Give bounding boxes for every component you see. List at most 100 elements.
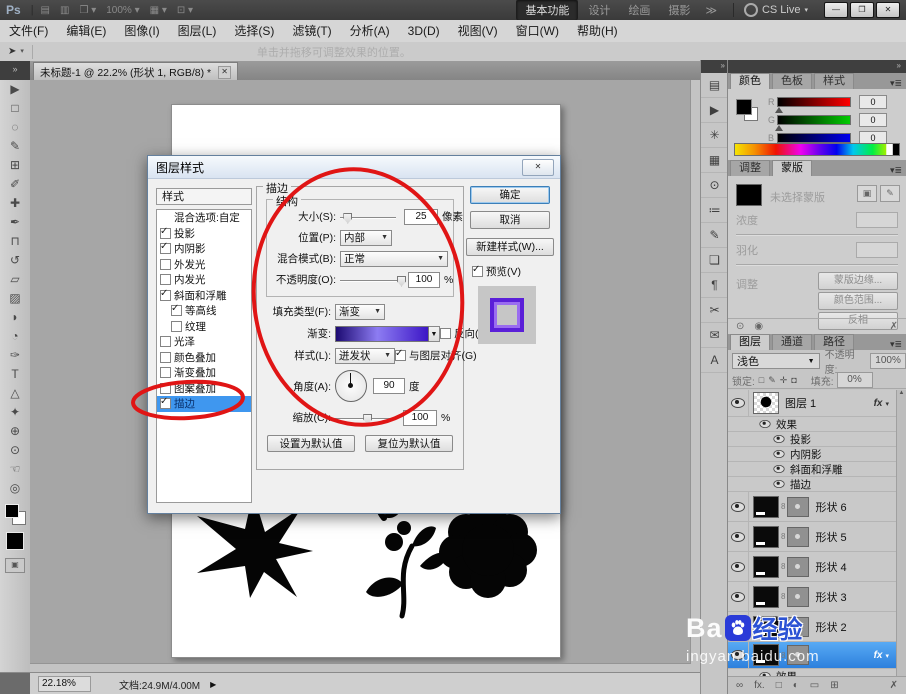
layer-name[interactable]: 形状 2 bbox=[815, 619, 846, 635]
workspace-button[interactable]: 绘画 bbox=[620, 0, 658, 20]
tool-presets-panel-icon[interactable]: ≔ bbox=[701, 198, 728, 223]
layer-style-icon[interactable]: fx. bbox=[754, 680, 765, 691]
workspace-button[interactable]: 摄影 bbox=[660, 0, 698, 20]
style-list-item[interactable]: 纹理 bbox=[157, 319, 251, 335]
layer-name[interactable]: 形状 3 bbox=[815, 589, 846, 605]
style-checkbox[interactable] bbox=[171, 305, 182, 316]
toolbar-collapse-icon[interactable]: » bbox=[0, 61, 30, 80]
style-checkbox[interactable] bbox=[160, 259, 171, 270]
vector-mask-thumbnail[interactable] bbox=[787, 617, 809, 637]
layers-opacity-value[interactable]: 100% bbox=[870, 353, 906, 369]
mask-link-icon[interactable]: 8 bbox=[781, 502, 785, 511]
menu-item[interactable]: 视图(V) bbox=[449, 21, 507, 42]
ok-button[interactable]: 确定 bbox=[470, 186, 550, 204]
style-list-item[interactable]: 斜面和浮雕 bbox=[157, 288, 251, 304]
layer-thumbnail[interactable] bbox=[753, 392, 779, 414]
add-vector-mask-icon[interactable]: ✎ bbox=[880, 185, 900, 202]
arrange-documents-icon[interactable]: ▦ ▾ bbox=[150, 5, 167, 16]
shape-layer-row[interactable]: 8 形状 6 bbox=[728, 492, 897, 522]
scale-slider[interactable] bbox=[335, 413, 395, 423]
minimize-button[interactable]: — bbox=[824, 2, 848, 18]
mask-link-icon[interactable]: 8 bbox=[781, 592, 785, 601]
red-value[interactable]: 0 bbox=[859, 95, 887, 109]
layers-scrollbar[interactable]: ▲ bbox=[896, 390, 906, 676]
style-checkbox[interactable] bbox=[160, 274, 171, 285]
vector-mask-thumbnail[interactable] bbox=[787, 645, 809, 665]
apply-mask-icon[interactable]: ◉ bbox=[754, 321, 763, 332]
workspace-overflow-icon[interactable]: ≫ bbox=[705, 4, 717, 17]
visibility-eye-icon[interactable] bbox=[731, 502, 745, 512]
style-list-item[interactable]: 内阴影 bbox=[157, 241, 251, 257]
panel-tab[interactable]: 颜色 bbox=[730, 73, 770, 89]
tool-preset-dropdown-icon[interactable]: ▾ bbox=[20, 45, 33, 59]
visibility-eye-icon[interactable] bbox=[773, 480, 784, 488]
mask-link-icon[interactable]: 8 bbox=[781, 562, 785, 571]
layer-name[interactable]: 图层 1 bbox=[785, 395, 816, 411]
reset-default-button[interactable]: 复位为默认值 bbox=[365, 435, 453, 452]
layer-group-icon[interactable]: ▭ bbox=[810, 680, 819, 691]
effect-row[interactable]: 斜面和浮雕 bbox=[728, 462, 897, 477]
align-layer-checkbox[interactable] bbox=[395, 350, 406, 361]
layer-thumbnail[interactable] bbox=[753, 616, 779, 638]
gradient-tool[interactable]: ▨ bbox=[0, 289, 30, 308]
red-slider[interactable] bbox=[777, 97, 851, 107]
rotate-3d-tool[interactable]: ⊕ bbox=[0, 422, 30, 441]
angle-dial[interactable] bbox=[335, 370, 367, 402]
style-list-item[interactable]: 混合选项:自定 bbox=[157, 210, 251, 226]
position-dropdown[interactable]: 内部▼ bbox=[340, 230, 392, 246]
lock-position-icon[interactable]: ✛ bbox=[780, 375, 788, 386]
delete-layer-icon[interactable]: ✗ bbox=[890, 680, 898, 691]
brush-presets-panel-icon[interactable]: ✎ bbox=[701, 223, 728, 248]
lock-pixels-icon[interactable]: ✎ bbox=[768, 375, 776, 386]
style-list-item[interactable]: 颜色叠加 bbox=[157, 350, 251, 366]
eyedropper-tool[interactable]: ✐ bbox=[0, 175, 30, 194]
scale-input[interactable]: 100 bbox=[403, 410, 437, 426]
zoom-level-input[interactable]: 22.18% bbox=[38, 676, 91, 692]
panel-menu-icon[interactable]: ▾≣ bbox=[890, 339, 902, 350]
fill-value[interactable]: 0% bbox=[837, 372, 873, 388]
style-list-item[interactable]: 投影 bbox=[157, 226, 251, 242]
opacity-input[interactable]: 100 bbox=[408, 272, 440, 288]
zoom-tool[interactable]: ◎ bbox=[0, 479, 30, 498]
style-list-item[interactable]: 描边 bbox=[157, 396, 251, 412]
eraser-tool[interactable]: ▱ bbox=[0, 270, 30, 289]
dialog-title-bar[interactable]: 图层样式 ✕ bbox=[148, 156, 560, 179]
canvas-horizontal-scrollbar[interactable] bbox=[30, 663, 691, 672]
gradient-picker-icon[interactable]: ▼ bbox=[429, 326, 440, 342]
blue-slider[interactable] bbox=[777, 133, 851, 143]
link-layers-icon[interactable]: ∞ bbox=[736, 680, 743, 691]
bridge-icon[interactable]: ▤ bbox=[41, 5, 50, 16]
menu-item[interactable]: 选择(S) bbox=[225, 21, 283, 42]
reverse-checkbox[interactable] bbox=[440, 328, 451, 339]
healing-brush-tool[interactable]: ✚ bbox=[0, 194, 30, 213]
vector-mask-thumbnail[interactable] bbox=[787, 527, 809, 547]
add-mask-icon[interactable]: □ bbox=[776, 680, 782, 691]
menu-item[interactable]: 编辑(E) bbox=[57, 21, 115, 42]
mask-link-icon[interactable]: 8 bbox=[781, 532, 785, 541]
visibility-eye-icon[interactable] bbox=[731, 622, 745, 632]
layer-thumbnail[interactable] bbox=[753, 496, 779, 518]
tab-close-icon[interactable]: ✕ bbox=[218, 66, 231, 79]
green-value[interactable]: 0 bbox=[859, 113, 887, 127]
selected-layer-row[interactable]: 8 fx▾ bbox=[728, 642, 897, 669]
panel-tab[interactable]: 通道 bbox=[772, 334, 812, 350]
color-spectrum-ramp[interactable] bbox=[734, 143, 900, 156]
lasso-tool[interactable]: ◌ bbox=[0, 118, 30, 137]
workspace-button[interactable]: 设计 bbox=[580, 0, 618, 20]
crop-tool[interactable]: ⊞ bbox=[0, 156, 30, 175]
layer-thumbnail[interactable] bbox=[753, 644, 779, 666]
view-extras-icon[interactable]: ❒ ▾ bbox=[79, 5, 96, 16]
character-panel-icon[interactable]: A bbox=[701, 348, 728, 373]
visibility-eye-icon[interactable] bbox=[731, 592, 745, 602]
visibility-eye-icon[interactable] bbox=[773, 450, 784, 458]
menu-item[interactable]: 图层(L) bbox=[169, 21, 226, 42]
style-checkbox[interactable] bbox=[160, 398, 171, 409]
panels-collapse-icon[interactable]: » bbox=[728, 60, 906, 73]
delete-mask-icon[interactable]: ✗ bbox=[890, 321, 898, 332]
green-slider[interactable] bbox=[777, 115, 851, 125]
layer-thumbnail[interactable] bbox=[753, 526, 779, 548]
visibility-eye-icon[interactable] bbox=[731, 532, 745, 542]
panel-tab[interactable]: 图层 bbox=[730, 334, 770, 350]
panel-menu-icon[interactable]: ▾≣ bbox=[890, 165, 902, 176]
panel-tab[interactable]: 色板 bbox=[772, 73, 812, 89]
